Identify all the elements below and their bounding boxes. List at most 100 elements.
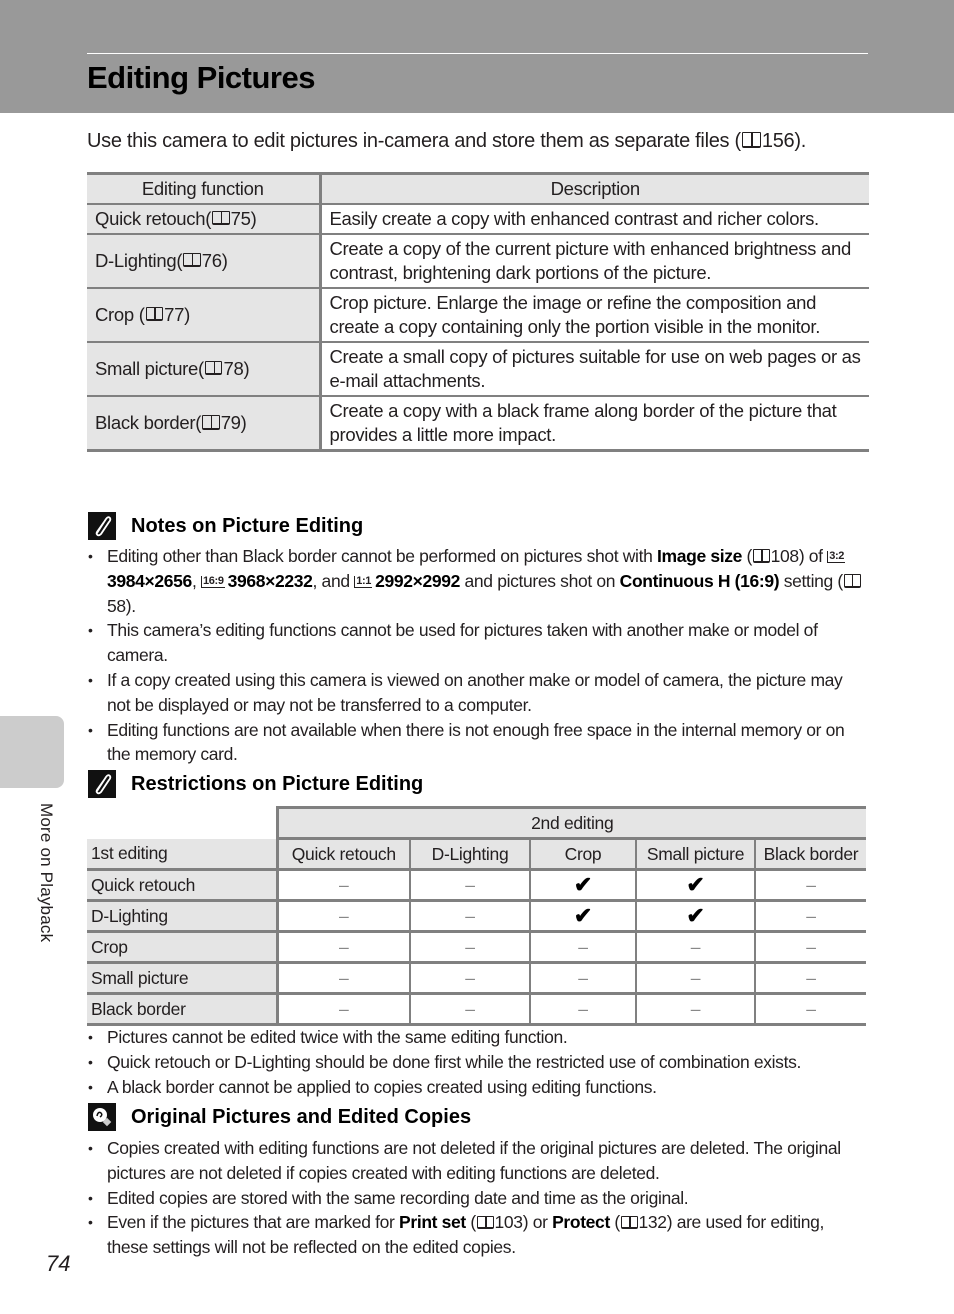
column-header: Black border <box>755 838 866 871</box>
pencil-note-icon <box>88 770 116 798</box>
page-reference-link[interactable]: 156 <box>762 130 795 152</box>
header-band <box>0 0 954 113</box>
intro-text-part: ). <box>794 130 806 152</box>
book-reference-icon <box>476 1215 494 1230</box>
table-row: D-Lighting( 76) Create a copy of the curr… <box>87 233 869 289</box>
text: ( <box>609 1212 620 1233</box>
not-allowed-dash: – <box>410 900 531 933</box>
list-item: This camera’s editing functions cannot b… <box>88 618 868 668</box>
text: ) of <box>798 546 828 566</box>
notes-heading-text: Notes on Picture Editing <box>131 514 364 537</box>
function-name: D-Lighting( <box>95 249 183 271</box>
setting-name: Continuous H (16:9) <box>619 570 780 591</box>
page-reference-link[interactable]: 78 <box>223 358 243 379</box>
function-name-cell: D-Lighting( 76) <box>87 233 322 289</box>
not-allowed-dash: – <box>755 931 866 964</box>
text: Editing other than Black border cannot b… <box>107 546 657 566</box>
image-size-3-2-icon: 3:2 <box>827 550 846 563</box>
description-cell: Create a copy of the current picture wit… <box>320 233 869 289</box>
not-allowed-dash: – <box>410 931 531 964</box>
not-allowed-dash: – <box>755 869 866 902</box>
book-reference-icon <box>741 132 761 148</box>
section-tab[interactable] <box>0 716 64 788</box>
not-allowed-dash: – <box>755 900 866 933</box>
page-reference-link[interactable]: 103 <box>495 1212 524 1232</box>
restrictions-heading: Restrictions on Picture Editing <box>88 770 423 798</box>
list-item: A black border cannot be applied to copi… <box>88 1075 868 1100</box>
page-reference-link[interactable]: 108 <box>771 546 800 566</box>
check-icon: ✔ <box>636 900 756 933</box>
page-reference-link[interactable]: 132 <box>639 1212 668 1232</box>
not-allowed-dash: – <box>277 931 411 964</box>
book-reference-icon <box>843 574 861 588</box>
column-header: Small picture <box>636 838 756 871</box>
text: ( <box>465 1212 476 1233</box>
not-allowed-dash: – <box>277 993 411 1026</box>
page-reference-link[interactable]: 79 <box>221 412 241 433</box>
page-number: 74 <box>46 1251 71 1276</box>
function-name: Crop ( <box>95 303 145 325</box>
setting-name: Protect <box>552 1212 610 1233</box>
header-rule <box>87 53 868 54</box>
intro-text-part: Use this camera to edit pictures in-came… <box>87 130 741 152</box>
book-reference-icon <box>204 361 223 376</box>
column-header: Quick retouch <box>277 838 411 871</box>
intro-text: Use this camera to edit pictures in-came… <box>87 130 806 153</box>
text: and pictures shot on <box>460 570 620 591</box>
text: , <box>191 570 201 591</box>
not-allowed-dash: – <box>530 962 637 995</box>
book-reference-icon <box>620 1215 638 1230</box>
notes-heading: Notes on Picture Editing <box>88 512 363 540</box>
not-allowed-dash: – <box>530 931 637 964</box>
punctuation: ) <box>243 357 250 379</box>
not-allowed-dash: – <box>277 962 411 995</box>
table-row: Small picture – – – – – <box>87 962 866 995</box>
page-reference-link[interactable]: 77 <box>164 304 184 325</box>
editing-functions-table: Editing function Description Quick retou… <box>87 172 869 452</box>
original-heading: Original Pictures and Edited Copies <box>88 1103 471 1131</box>
table-row: D-Lighting – – ✔ ✔ – <box>87 900 866 933</box>
original-list: Copies created with editing functions ar… <box>88 1136 868 1260</box>
page-reference-link[interactable]: 58 <box>107 596 126 616</box>
check-icon: ✔ <box>636 869 756 902</box>
original-heading-text: Original Pictures and Edited Copies <box>131 1105 472 1128</box>
text: Even if the pictures that are marked for <box>107 1212 400 1233</box>
image-size-value: 3968×2232 <box>227 570 313 591</box>
punctuation: ) <box>221 249 228 271</box>
table-row: Quick retouch – – ✔ ✔ – <box>87 869 866 902</box>
table-header-row: Editing function Description <box>87 172 869 205</box>
not-allowed-dash: – <box>636 931 756 964</box>
description-cell: Crop picture. Enlarge the image or refin… <box>320 287 869 343</box>
table-row: Crop – – – – – <box>87 931 866 964</box>
list-item: Editing functions are not available when… <box>88 718 868 768</box>
page-reference-link[interactable]: 76 <box>202 250 222 271</box>
function-name-cell: Crop (77) <box>87 287 322 343</box>
table-row: Crop (77) Crop picture. Enlarge the imag… <box>87 287 869 343</box>
list-item: Even if the pictures that are marked for… <box>88 1210 868 1260</box>
page-reference-link[interactable]: 75 <box>231 208 251 229</box>
text: ) or <box>522 1212 553 1233</box>
function-name: Small picture( <box>95 357 204 379</box>
not-allowed-dash: – <box>410 962 531 995</box>
list-item: Copies created with editing functions ar… <box>88 1136 868 1186</box>
text: setting ( <box>779 570 843 591</box>
check-icon: ✔ <box>530 869 637 902</box>
pencil-note-icon <box>88 512 116 540</box>
not-allowed-dash: – <box>755 962 866 995</box>
setting-name: Print set <box>399 1212 466 1233</box>
book-reference-icon <box>212 211 230 226</box>
list-item: If a copy created using this camera is v… <box>88 668 868 718</box>
notes-list: Editing other than Black border cannot b… <box>88 544 868 767</box>
not-allowed-dash: – <box>410 993 531 1026</box>
not-allowed-dash: – <box>530 993 637 1026</box>
punctuation: ) <box>240 411 247 433</box>
column-header: Description <box>320 172 869 205</box>
row-label: Black border <box>87 993 279 1026</box>
second-editing-header: 2nd editing <box>277 806 866 840</box>
list-item: Pictures cannot be edited twice with the… <box>88 1025 868 1050</box>
image-size-value: 2992×2992 <box>375 570 461 591</box>
book-reference-icon <box>145 307 164 322</box>
image-size-value: 3984×2656 <box>107 570 192 591</box>
table-row: Black border – – – – – <box>87 993 866 1026</box>
setting-name: Image size <box>657 546 743 566</box>
